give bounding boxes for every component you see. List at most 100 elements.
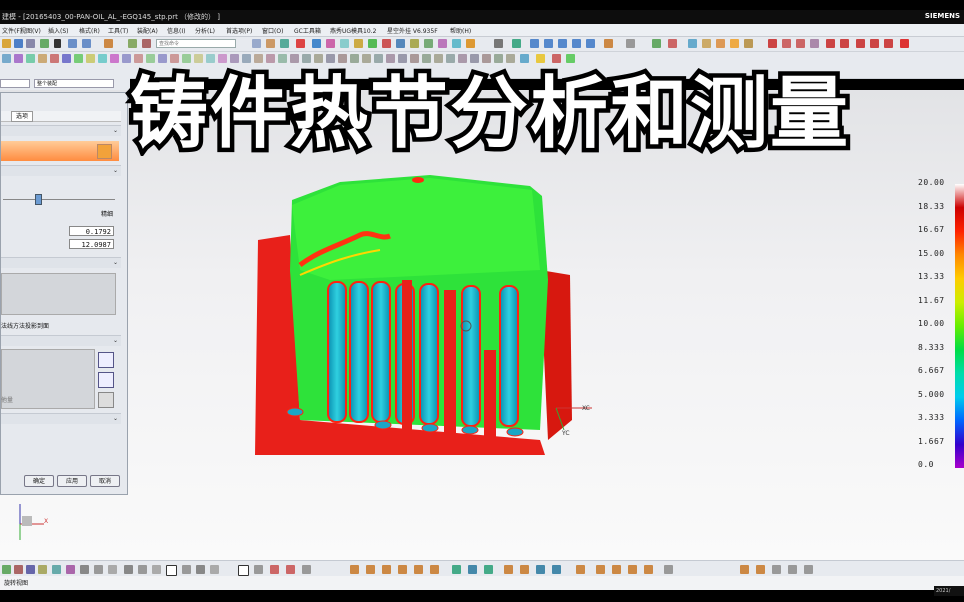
- blend-icon[interactable]: [110, 54, 119, 63]
- section-view-icon[interactable]: [520, 565, 529, 574]
- check-icon[interactable]: [368, 39, 377, 48]
- max-value-field[interactable]: 12.0987: [69, 239, 114, 249]
- shaded-icon[interactable]: [350, 565, 359, 574]
- block-icon[interactable]: [446, 54, 455, 63]
- snap-point-icon[interactable]: [2, 565, 11, 574]
- menu-window[interactable]: 窗口(O): [262, 26, 283, 35]
- menu-help[interactable]: 帮助(H): [450, 26, 471, 35]
- menu-view[interactable]: 视图(V): [20, 26, 41, 35]
- mesh-icon[interactable]: [552, 54, 561, 63]
- plus-icon[interactable]: [870, 39, 879, 48]
- circle-icon[interactable]: [26, 54, 35, 63]
- trim-body-icon[interactable]: [362, 54, 371, 63]
- snap-toggle-icon[interactable]: [254, 565, 263, 574]
- export-icon[interactable]: [98, 352, 114, 368]
- orient-icon[interactable]: [270, 565, 279, 574]
- spline-icon[interactable]: [38, 54, 47, 63]
- select-icon[interactable]: [494, 39, 503, 48]
- brush-icon[interactable]: [98, 392, 114, 408]
- pocket-icon[interactable]: [98, 54, 107, 63]
- center-point-icon[interactable]: [38, 565, 47, 574]
- mark-icon[interactable]: [296, 39, 305, 48]
- menu-analysis[interactable]: 分析(L): [195, 26, 215, 35]
- intersection-icon[interactable]: [52, 565, 61, 574]
- move-icon[interactable]: [826, 39, 835, 48]
- section-header-3[interactable]: ⌄: [1, 257, 121, 268]
- pole-icon[interactable]: [152, 565, 161, 574]
- surface-icon[interactable]: [520, 54, 529, 63]
- menu-tools[interactable]: 工具(T): [108, 26, 128, 35]
- datum-axis-icon[interactable]: [506, 54, 515, 63]
- end-point-icon[interactable]: [14, 565, 23, 574]
- list-box[interactable]: [1, 273, 116, 315]
- section-header-2[interactable]: ⌄: [1, 165, 121, 176]
- palette-icon[interactable]: [438, 39, 447, 48]
- x1-icon[interactable]: [900, 39, 909, 48]
- filter-icon[interactable]: [652, 39, 661, 48]
- offset-icon[interactable]: [796, 39, 805, 48]
- split-icon[interactable]: [206, 54, 215, 63]
- menu-assembly[interactable]: 装配(A): [137, 26, 158, 35]
- offset-face-icon[interactable]: [278, 54, 287, 63]
- selected-body-row[interactable]: [1, 141, 119, 161]
- camera-icon[interactable]: [536, 565, 545, 574]
- save-icon[interactable]: [14, 39, 23, 48]
- new-file-icon[interactable]: [2, 39, 11, 48]
- light-icon[interactable]: [552, 565, 561, 574]
- snap-icon[interactable]: [512, 39, 521, 48]
- undo-icon[interactable]: [68, 39, 77, 48]
- chamfer-icon[interactable]: [122, 54, 131, 63]
- measure-distance-icon[interactable]: [740, 565, 749, 574]
- close-icon[interactable]: [54, 39, 61, 48]
- wcs-icon[interactable]: [688, 39, 697, 48]
- resolution-slider-handle[interactable]: [35, 194, 42, 205]
- copy-icon[interactable]: [26, 39, 35, 48]
- rib-icon[interactable]: [230, 54, 239, 63]
- edit-icon[interactable]: [730, 39, 739, 48]
- menu-info[interactable]: 信息(I): [167, 26, 185, 35]
- arc-icon[interactable]: [14, 54, 23, 63]
- cone-icon[interactable]: [470, 54, 479, 63]
- tool-icon[interactable]: [312, 39, 321, 48]
- show-hide-icon[interactable]: [468, 565, 477, 574]
- hole-icon[interactable]: [74, 54, 83, 63]
- gear-icon[interactable]: [326, 39, 335, 48]
- measure-edge-icon[interactable]: [804, 565, 813, 574]
- cut-icon[interactable]: [40, 39, 49, 48]
- menu-xingkong-plugin[interactable]: 星空外挂 V6.935F: [387, 26, 438, 35]
- brush-icon[interactable]: [128, 39, 137, 48]
- section-header-5[interactable]: ⌄: [1, 413, 121, 424]
- draft-icon[interactable]: [218, 54, 227, 63]
- measure-angle-icon[interactable]: [756, 565, 765, 574]
- command-search-input[interactable]: 查找命令: [156, 39, 236, 48]
- point-on-curve-icon[interactable]: [210, 565, 219, 574]
- tangent-icon[interactable]: [80, 565, 89, 574]
- slot-icon[interactable]: [422, 54, 431, 63]
- background-icon[interactable]: [576, 565, 585, 574]
- quick-pick-icon[interactable]: [238, 565, 249, 576]
- report-list[interactable]: [1, 349, 95, 409]
- pattern-icon[interactable]: [146, 54, 155, 63]
- thicken-icon[interactable]: [266, 54, 275, 63]
- apply-button[interactable]: 应用: [57, 475, 87, 487]
- unite-icon[interactable]: [170, 54, 179, 63]
- edge-icon[interactable]: [596, 565, 605, 574]
- measure-body-icon[interactable]: [772, 565, 781, 574]
- layer-icon[interactable]: [340, 39, 349, 48]
- mid-point-icon[interactable]: [26, 565, 35, 574]
- grid-icon[interactable]: [252, 39, 261, 48]
- view-icon[interactable]: [452, 39, 461, 48]
- resolution-slider-track[interactable]: [3, 199, 115, 200]
- curve-icon[interactable]: [566, 54, 575, 63]
- on-curve-icon[interactable]: [124, 565, 133, 574]
- delete-face-icon[interactable]: [302, 54, 311, 63]
- sweep-icon[interactable]: [242, 54, 251, 63]
- type-filter-dropdown[interactable]: [0, 79, 30, 88]
- boss-icon[interactable]: [86, 54, 95, 63]
- menu-yanxiu-mold[interactable]: 燕秀UG模具10.2: [330, 26, 376, 35]
- cube-top-icon[interactable]: [558, 39, 567, 48]
- frame-icon[interactable]: [626, 39, 635, 48]
- tab-options[interactable]: 选项: [11, 111, 33, 122]
- loft-icon[interactable]: [254, 54, 263, 63]
- fit-icon[interactable]: [286, 565, 295, 574]
